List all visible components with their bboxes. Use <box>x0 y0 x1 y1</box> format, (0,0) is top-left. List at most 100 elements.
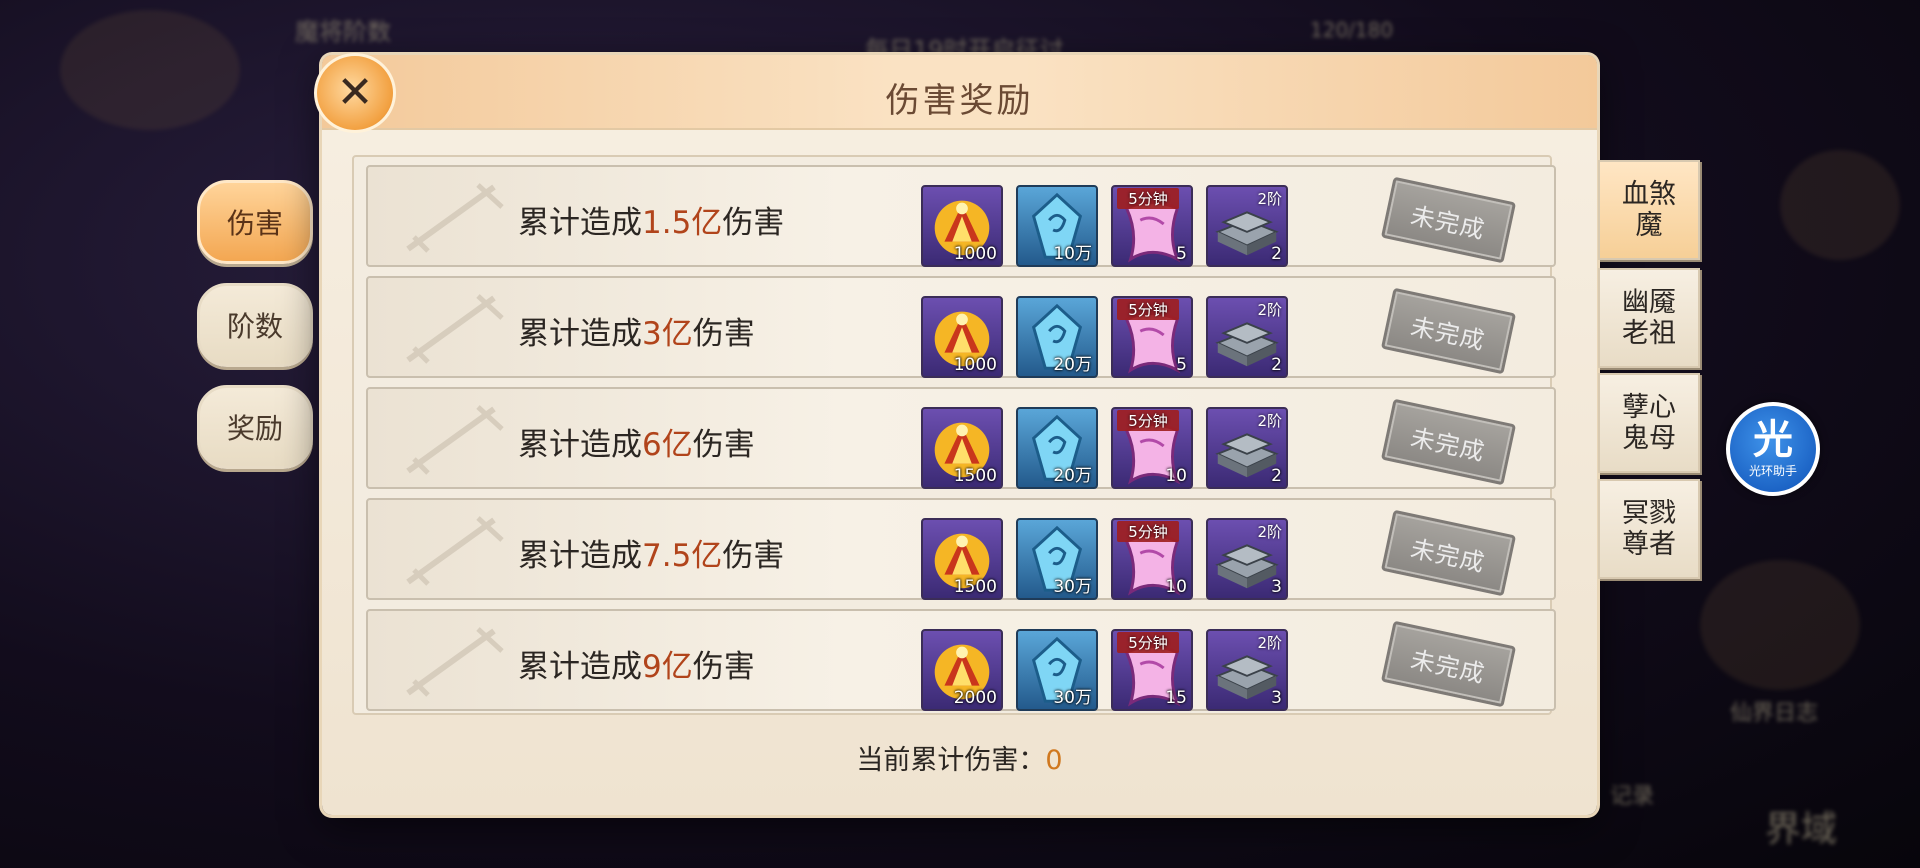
reward-quantity: 20万 <box>1053 355 1092 375</box>
reward-quantity: 20万 <box>1053 466 1092 486</box>
reward-quantity: 3 <box>1271 688 1282 708</box>
boss-tab-1[interactable]: 血煞魔 <box>1598 160 1700 260</box>
reward-quantity: 2 <box>1271 466 1282 486</box>
sword-decor-icon <box>406 627 504 697</box>
reward-item[interactable]: 1500 <box>921 407 1003 489</box>
reward-row: 累计造成3亿伤害 1000 20万 5分钟 5 2阶 2 未完成 <box>366 276 1556 378</box>
background-stage-label: 魔将阶数 <box>295 18 391 46</box>
background-log-label: 仙界日志 <box>1730 701 1819 726</box>
reward-item[interactable]: 2阶 2 <box>1206 407 1288 489</box>
helper-glyph-icon: 光 <box>1753 416 1793 463</box>
damage-goal: 累计造成6亿伤害 <box>518 419 755 464</box>
damage-goal-suffix: 伤害 <box>722 205 785 241</box>
current-damage-value: 0 <box>1045 745 1063 776</box>
reward-item[interactable]: 20万 <box>1016 296 1098 378</box>
reward-list: 累计造成1.5亿伤害 1000 10万 5分钟 5 2阶 2 未完成 累计造成3亿伤害 1000 2… <box>352 155 1556 715</box>
damage-goal-prefix: 累计造成 <box>518 205 642 241</box>
boss-tab-name-line2: 魔 <box>1635 210 1663 241</box>
damage-goal-amount: 3亿 <box>642 316 693 352</box>
tab-reward[interactable]: 奖励 <box>197 385 313 469</box>
reward-quantity: 10万 <box>1053 244 1092 264</box>
reward-quantity: 1000 <box>953 244 997 264</box>
reward-quantity: 2 <box>1271 355 1282 375</box>
reward-item[interactable]: 2阶 3 <box>1206 629 1288 711</box>
reward-item[interactable]: 5分钟 10 <box>1111 518 1193 600</box>
status-incomplete-stamp: 未完成 <box>1380 176 1517 264</box>
reward-item[interactable]: 2阶 3 <box>1206 518 1288 600</box>
reward-item[interactable]: 2阶 2 <box>1206 185 1288 267</box>
sword-decor-icon <box>406 294 504 364</box>
damage-goal: 累计造成7.5亿伤害 <box>518 530 784 575</box>
reward-item[interactable]: 10万 <box>1016 185 1098 267</box>
background-blob <box>1780 150 1900 260</box>
reward-tag: 2阶 <box>1257 190 1282 208</box>
reward-tag: 5分钟 <box>1117 632 1179 653</box>
status-incomplete-stamp: 未完成 <box>1380 398 1517 486</box>
reward-quantity: 3 <box>1271 577 1282 597</box>
damage-goal-amount: 9亿 <box>642 649 693 685</box>
reward-row: 累计造成7.5亿伤害 1500 30万 5分钟 10 2阶 3 未完成 <box>366 498 1556 600</box>
boss-tab-name-line2: 鬼母 <box>1622 423 1676 454</box>
reward-item[interactable]: 5分钟 10 <box>1111 407 1193 489</box>
reward-tag: 5分钟 <box>1117 410 1179 431</box>
boss-tab-name-line1: 幽魇 <box>1622 287 1676 318</box>
boss-tab-name-line1: 血煞 <box>1622 179 1676 210</box>
tab-damage[interactable]: 伤害 <box>197 180 313 264</box>
reward-tag: 5分钟 <box>1117 188 1179 209</box>
reward-item[interactable]: 2阶 2 <box>1206 296 1288 378</box>
reward-quantity: 5 <box>1176 244 1187 264</box>
reward-quantity: 1500 <box>953 577 997 597</box>
background-blob <box>60 10 240 130</box>
boss-tab-name-line2: 尊者 <box>1622 529 1676 560</box>
reward-item[interactable]: 30万 <box>1016 629 1098 711</box>
status-incomplete-stamp: 未完成 <box>1380 287 1517 375</box>
boss-tab-4[interactable]: 冥戮 尊者 <box>1598 479 1700 579</box>
boss-tab-2[interactable]: 幽魇 老祖 <box>1598 268 1700 368</box>
boss-tab-name-line2: 老祖 <box>1622 318 1676 349</box>
reward-item[interactable]: 1000 <box>921 296 1003 378</box>
background-realm-label: 界域 <box>1765 809 1838 850</box>
reward-tag: 2阶 <box>1257 301 1282 319</box>
current-damage: 当前累计伤害：0 <box>322 738 1597 777</box>
reward-item[interactable]: 30万 <box>1016 518 1098 600</box>
reward-tag: 2阶 <box>1257 412 1282 430</box>
reward-quantity: 2000 <box>953 688 997 708</box>
damage-goal-prefix: 累计造成 <box>518 427 642 463</box>
reward-quantity: 15 <box>1165 688 1187 708</box>
reward-quantity: 1000 <box>953 355 997 375</box>
reward-item[interactable]: 5分钟 5 <box>1111 185 1193 267</box>
reward-quantity: 2 <box>1271 244 1282 264</box>
damage-goal-prefix: 累计造成 <box>518 649 642 685</box>
helper-float-button[interactable]: 光 光环助手 <box>1726 402 1820 496</box>
reward-item[interactable]: 20万 <box>1016 407 1098 489</box>
reward-item[interactable]: 5分钟 5 <box>1111 296 1193 378</box>
damage-goal: 累计造成3亿伤害 <box>518 308 755 353</box>
reward-quantity: 5 <box>1176 355 1187 375</box>
damage-goal: 累计造成1.5亿伤害 <box>518 197 784 242</box>
damage-goal-suffix: 伤害 <box>692 427 755 463</box>
reward-item[interactable]: 1000 <box>921 185 1003 267</box>
close-icon: ✕ <box>336 67 374 118</box>
reward-item[interactable]: 5分钟 15 <box>1111 629 1193 711</box>
damage-goal-amount: 7.5亿 <box>642 538 723 574</box>
reward-quantity: 10 <box>1165 466 1187 486</box>
tab-stage[interactable]: 阶数 <box>197 283 313 367</box>
reward-quantity: 30万 <box>1053 688 1092 708</box>
reward-item[interactable]: 1500 <box>921 518 1003 600</box>
sword-decor-icon <box>406 183 504 253</box>
background-counter: 120/180 <box>1310 18 1394 42</box>
modal-header: 伤害奖励 <box>322 55 1597 130</box>
damage-goal-suffix: 伤害 <box>692 316 755 352</box>
reward-tag: 5分钟 <box>1117 299 1179 320</box>
close-button[interactable]: ✕ <box>314 53 396 133</box>
reward-tag: 2阶 <box>1257 634 1282 652</box>
status-incomplete-stamp: 未完成 <box>1380 620 1517 708</box>
damage-goal-amount: 6亿 <box>642 427 693 463</box>
reward-quantity: 1500 <box>953 466 997 486</box>
reward-item[interactable]: 2000 <box>921 629 1003 711</box>
boss-tab-name-line1: 冥戮 <box>1622 498 1676 529</box>
damage-goal-prefix: 累计造成 <box>518 538 642 574</box>
boss-tab-3[interactable]: 孽心 鬼母 <box>1598 373 1700 473</box>
damage-reward-modal: 伤害奖励 ✕ 累计造成1.5亿伤害 1000 10万 5分钟 5 2阶 2 未完成 累计造成3亿… <box>314 53 1597 815</box>
boss-tab-name-line1: 孽心 <box>1622 392 1676 423</box>
